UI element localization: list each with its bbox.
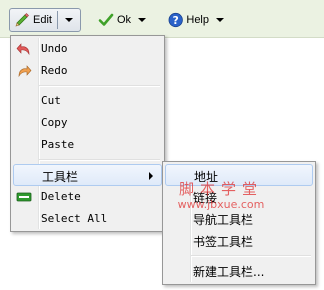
ok-button-label: Ok	[117, 14, 132, 26]
pencil-icon	[15, 13, 29, 27]
menu-separator	[39, 85, 160, 87]
menu-item-copy[interactable]: Copy	[13, 112, 162, 134]
undo-icon	[16, 43, 30, 56]
delete-icon	[16, 192, 32, 202]
menu-separator	[39, 159, 160, 161]
chevron-down-icon[interactable]	[64, 18, 73, 22]
menu-item-undo[interactable]: Undo	[13, 38, 162, 60]
menu-item-label: Copy	[41, 116, 68, 129]
chevron-down-icon[interactable]	[138, 18, 147, 22]
toolbar: Edit Ok ? Help	[0, 0, 324, 38]
menu-item-label: Undo	[41, 42, 68, 55]
chevron-down-icon[interactable]	[216, 18, 224, 22]
menu-item-label: Delete	[41, 190, 81, 203]
menu-item-label: Paste	[41, 138, 75, 151]
watermark-title: 脚本学堂	[178, 180, 263, 198]
menu-separator	[191, 255, 311, 257]
submenu-item-new-toolbar[interactable]: 新建工具栏...	[165, 260, 313, 282]
ok-button[interactable]: Ok	[94, 8, 152, 32]
menu-item-label: Select All	[41, 212, 108, 225]
menu-item-toolbar[interactable]: 工具栏	[13, 164, 162, 186]
menu-item-label: Redo	[41, 64, 68, 77]
menu-item-cut[interactable]: Cut	[13, 90, 162, 112]
menu-item-redo[interactable]: Redo	[13, 60, 162, 82]
menu-item-paste[interactable]: Paste	[13, 134, 162, 156]
menu-item-select-all[interactable]: Select All	[13, 208, 162, 230]
edit-split-button[interactable]: Edit	[9, 8, 81, 32]
watermark-url: www.jbxue.com	[177, 198, 265, 211]
watermark: 脚本学堂 www.jbxue.com	[176, 178, 266, 211]
split-divider	[56, 11, 58, 29]
submenu-item-label: 新建工具栏...	[193, 265, 265, 279]
menu-item-delete[interactable]: Delete	[13, 186, 162, 208]
help-button[interactable]: ? Help	[164, 8, 228, 32]
submenu-item-navigation-toolbar[interactable]: 导航工具栏	[165, 208, 313, 230]
submenu-item-label: 导航工具栏	[193, 213, 254, 227]
checkmark-icon	[98, 13, 114, 26]
submenu-item-bookmarks-toolbar[interactable]: 书签工具栏	[165, 230, 313, 252]
submenu-item-label: 书签工具栏	[193, 235, 254, 249]
menu-item-label: 工具栏	[42, 170, 79, 184]
help-button-label: Help	[186, 14, 209, 26]
edit-dropdown-menu: Undo Redo Cut Copy Paste 工具栏 Delete Sele…	[10, 35, 165, 232]
redo-icon	[18, 65, 32, 78]
svg-text:?: ?	[173, 15, 179, 27]
edit-button-label: Edit	[33, 14, 52, 26]
menu-item-label: Cut	[41, 94, 61, 107]
help-icon: ?	[168, 12, 183, 28]
submenu-arrow-icon	[149, 172, 153, 180]
